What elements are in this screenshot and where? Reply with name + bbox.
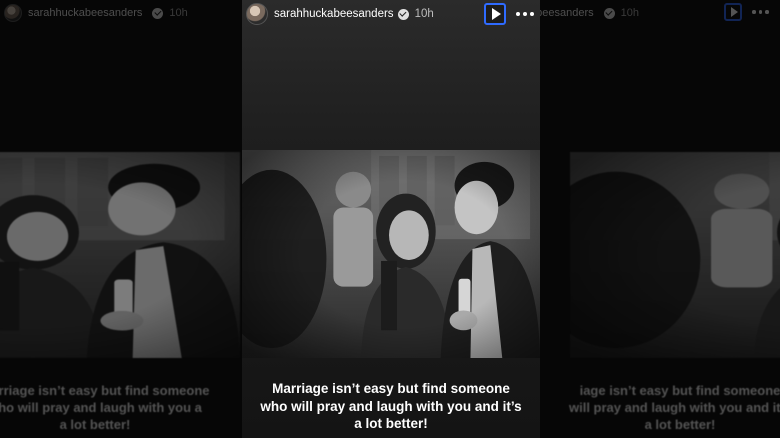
story-caption: Marriage isn’t easy but find someone who… xyxy=(248,380,534,433)
story-header: sarahhuckabeesanders 10h xyxy=(246,2,534,26)
more-horizontal-icon xyxy=(516,12,520,16)
more-options-button[interactable] xyxy=(516,8,534,20)
username[interactable]: sarahhuckabeesanders xyxy=(274,8,394,20)
next-story-preview[interactable]: ckabeesanders 10h iage isn’t easy but fi… xyxy=(540,0,780,438)
active-story[interactable]: sarahhuckabeesanders 10h Marriage isn’t … xyxy=(242,0,540,438)
play-icon xyxy=(491,8,501,20)
timestamp: 10h xyxy=(414,8,434,20)
caption-line: a lot better! xyxy=(354,416,428,431)
dim-overlay xyxy=(540,0,780,438)
verified-badge-icon xyxy=(397,8,409,20)
play-button[interactable] xyxy=(484,3,506,25)
dim-overlay xyxy=(0,0,242,438)
previous-story-preview[interactable]: sarahhuckabeesanders 10h Marriage isn’t … xyxy=(0,0,242,438)
avatar[interactable] xyxy=(246,3,268,25)
story-photo xyxy=(242,150,540,358)
caption-line: Marriage isn’t easy but find someone xyxy=(272,381,510,396)
caption-line: who will pray and laugh with you and it’… xyxy=(260,398,522,414)
